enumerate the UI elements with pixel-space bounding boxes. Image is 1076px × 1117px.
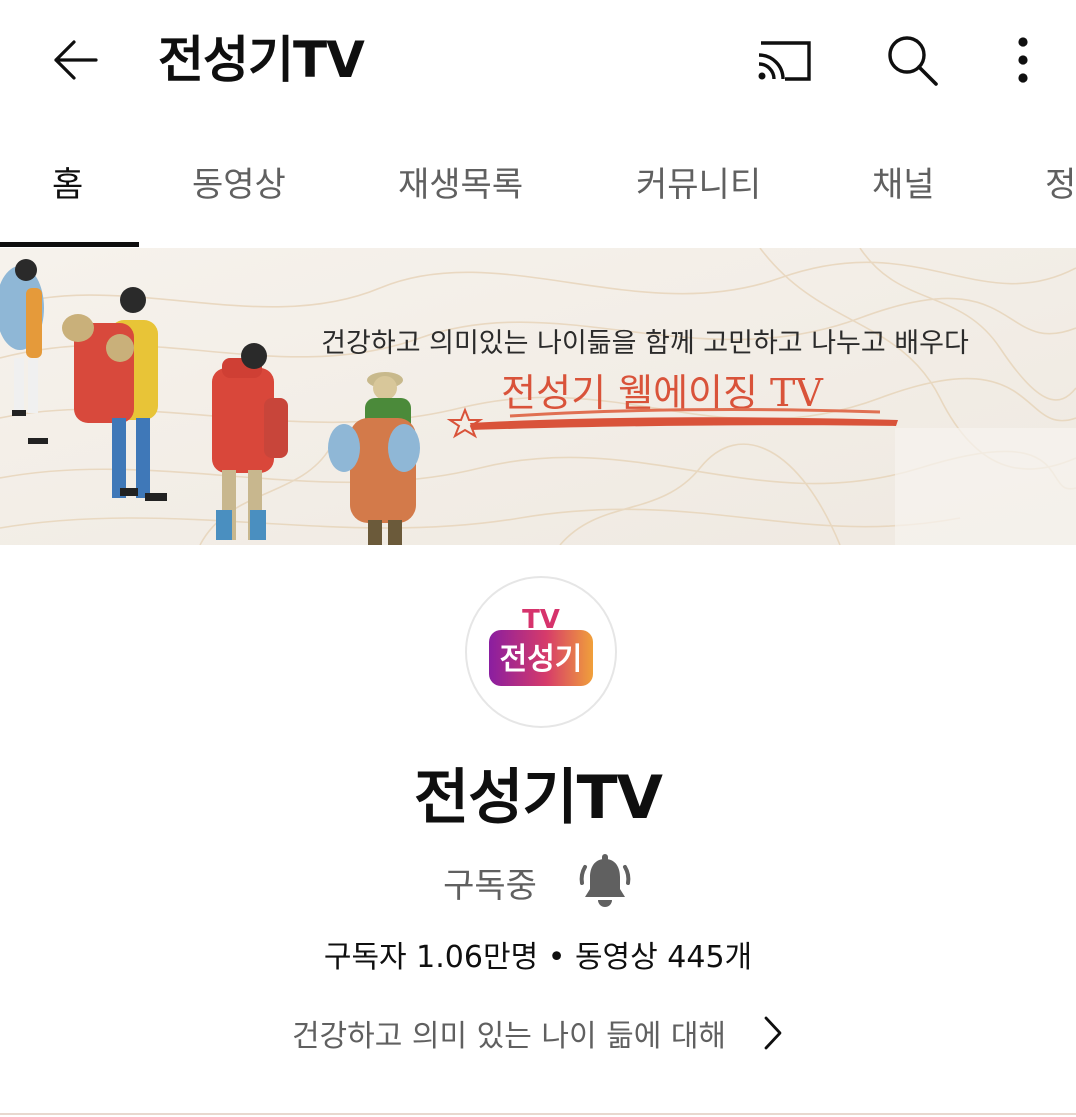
more-options-button[interactable]: [993, 30, 1053, 90]
tab-channels[interactable]: 채널: [872, 162, 935, 208]
page-title: 전성기TV: [158, 31, 365, 89]
divider: [0, 1113, 1076, 1115]
channel-description: 건강하고 의미 있는 나이 듦에 대해: [291, 1019, 727, 1054]
notification-bell-button[interactable]: [577, 853, 633, 911]
tab-about-partial[interactable]: 정: [1045, 162, 1076, 208]
tab-home[interactable]: 홈: [52, 162, 83, 208]
search-icon: [888, 36, 938, 86]
channel-tabs: 홈 동영상 재생목록 커뮤니티 채널 정: [0, 140, 1076, 248]
channel-banner: 건강하고 의미있는 나이듦을 함께 고민하고 나누고 배우다 전성기 웰에이징 …: [0, 248, 1076, 545]
subscribe-row: 구독중: [0, 850, 1076, 914]
banner-tagline: 건강하고 의미있는 나이듦을 함께 고민하고 나누고 배우다: [321, 328, 969, 359]
cast-button[interactable]: [755, 30, 815, 90]
channel-name: 전성기TV: [414, 763, 663, 833]
bell-icon: [579, 854, 631, 907]
arrow-left-icon: [54, 40, 98, 80]
top-app-bar: 전성기TV: [0, 0, 1076, 120]
back-button[interactable]: [40, 30, 110, 90]
avatar-brand-text: 전성기: [500, 642, 583, 677]
channel-stats: 구독자 1.06만명 • 동영상 445개: [323, 940, 753, 975]
more-vertical-icon: [1018, 37, 1028, 83]
subscribed-button[interactable]: 구독중: [443, 858, 537, 907]
tab-community[interactable]: 커뮤니티: [636, 162, 761, 208]
channel-avatar[interactable]: TV 전성기: [465, 576, 617, 728]
tab-playlists[interactable]: 재생목록: [398, 162, 523, 208]
cast-icon: [758, 41, 811, 81]
channel-about-link[interactable]: 건강하고 의미 있는 나이 듦에 대해: [0, 1010, 1076, 1056]
active-tab-indicator: [0, 242, 139, 247]
tab-videos[interactable]: 동영상: [192, 162, 286, 208]
search-button[interactable]: [882, 30, 942, 90]
chevron-right-icon: [764, 1016, 782, 1050]
